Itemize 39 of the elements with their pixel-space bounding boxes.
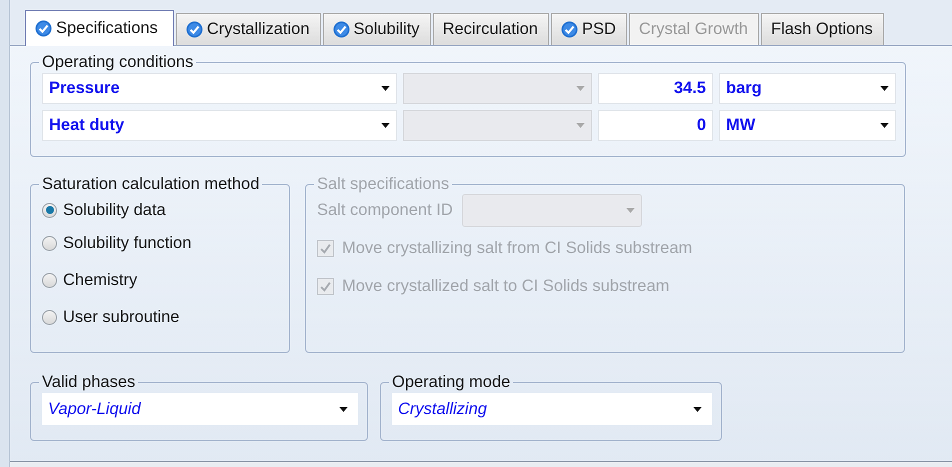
- tab[interactable]: Flash Options: [760, 13, 884, 45]
- field-label: Salt component ID: [317, 200, 453, 220]
- caret-icon: [576, 86, 585, 91]
- caret-icon: [381, 86, 390, 91]
- caret-icon: [339, 406, 348, 412]
- check-circle-icon: [332, 21, 350, 38]
- group-title: Operating conditions: [41, 53, 194, 71]
- value-field[interactable]: 0: [598, 110, 713, 141]
- tab[interactable]: PSD: [550, 13, 627, 45]
- dropdown[interactable]: [403, 73, 592, 104]
- tab[interactable]: Solubility: [322, 13, 431, 45]
- variable-dropdown[interactable]: Pressure: [42, 73, 397, 104]
- check-circle-icon: [560, 21, 578, 38]
- caret-icon: [880, 123, 889, 128]
- radio-option[interactable]: Solubility data: [42, 195, 280, 225]
- caret-icon: [626, 208, 635, 212]
- group-title: Saturation calculation method: [41, 175, 260, 193]
- radio-option[interactable]: User subroutine: [42, 299, 280, 336]
- caret-icon: [880, 86, 889, 91]
- check-circle-icon: [186, 21, 203, 38]
- valid-phases-dropdown[interactable]: Vapor-Liquid: [42, 393, 358, 425]
- radio-option[interactable]: Solubility function: [42, 225, 280, 262]
- tab[interactable]: Recirculation: [432, 13, 549, 45]
- caret-icon: [576, 123, 585, 128]
- unit-dropdown[interactable]: barg: [719, 73, 896, 104]
- radio-option[interactable]: Chemistry: [42, 262, 280, 299]
- variable-dropdown[interactable]: Heat duty: [42, 110, 397, 141]
- tab[interactable]: Specifications: [25, 10, 174, 46]
- group-title: Salt specifications: [316, 175, 450, 193]
- group-title: Operating mode: [391, 373, 512, 391]
- caret-icon: [381, 123, 390, 128]
- check-circle-icon: [35, 20, 52, 37]
- group-title: Valid phases: [41, 373, 136, 391]
- operating-mode-dropdown[interactable]: Crystallizing: [392, 393, 712, 425]
- caret-icon: [693, 406, 702, 412]
- dropdown[interactable]: [403, 110, 592, 141]
- value-field[interactable]: 34.5: [598, 73, 713, 104]
- unit-dropdown[interactable]: MW: [719, 110, 896, 141]
- tab[interactable]: Crystallization: [176, 13, 321, 45]
